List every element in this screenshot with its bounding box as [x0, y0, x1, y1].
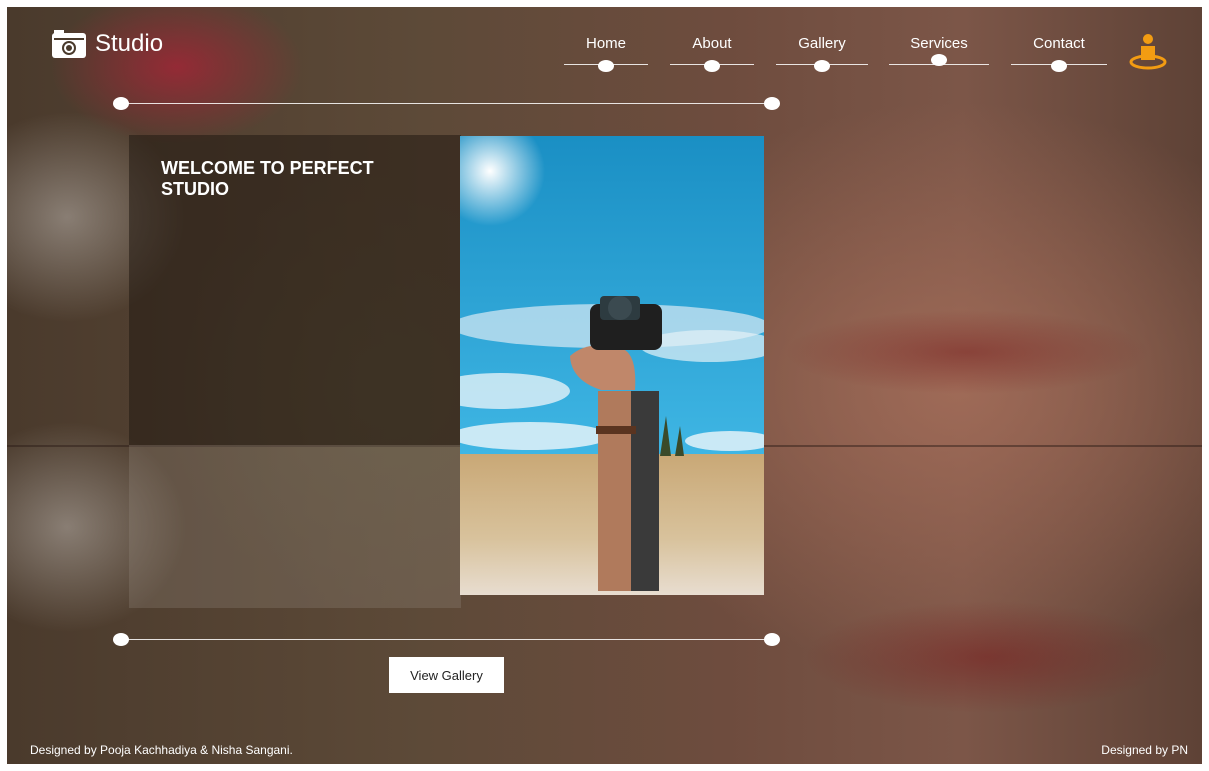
footer-credit-left: Designed by Pooja Kachhadiya & Nisha San…	[30, 743, 293, 757]
bottom-divider-line	[121, 639, 773, 640]
top-divider-line	[121, 103, 773, 104]
hero-photo	[460, 136, 764, 595]
nav-item-home[interactable]: Home	[564, 35, 648, 72]
hero-background: Studio Home About Gallery Services Conta…	[7, 7, 1202, 764]
nav-item-about[interactable]: About	[670, 35, 754, 72]
nav-dot	[1051, 60, 1067, 72]
nav-item-services[interactable]: Services	[889, 35, 989, 66]
nav-label-home: Home	[585, 35, 626, 52]
divider-dot	[113, 633, 129, 646]
divider-dot	[764, 633, 780, 646]
brand-name: Studio	[95, 30, 164, 57]
welcome-heading: WELCOME TO PERFECT STUDIO	[161, 158, 374, 199]
nav-dot	[931, 54, 947, 66]
nav-item-gallery[interactable]: Gallery	[776, 35, 868, 72]
nav-dot	[704, 60, 720, 72]
nav-dot	[814, 60, 830, 72]
nav-label-contact: Contact	[1033, 35, 1085, 52]
brand-logo[interactable]: Studio	[51, 29, 163, 59]
nav-item-contact[interactable]: Contact	[1011, 35, 1107, 72]
nav-dot	[598, 60, 614, 72]
nav-label-about: About	[692, 35, 732, 52]
divider-dot	[764, 97, 780, 110]
welcome-panel-lower	[129, 445, 461, 608]
camera-icon	[52, 30, 86, 58]
footer-credit-right: Designed by PN	[1101, 743, 1188, 757]
nav-label-gallery: Gallery	[798, 35, 846, 52]
view-gallery-button[interactable]: View Gallery	[389, 657, 504, 693]
divider-dot	[113, 97, 129, 110]
user-location-icon[interactable]	[1128, 31, 1168, 71]
hand-holding-camera-image	[460, 136, 764, 595]
nav-label-services: Services	[910, 35, 968, 52]
